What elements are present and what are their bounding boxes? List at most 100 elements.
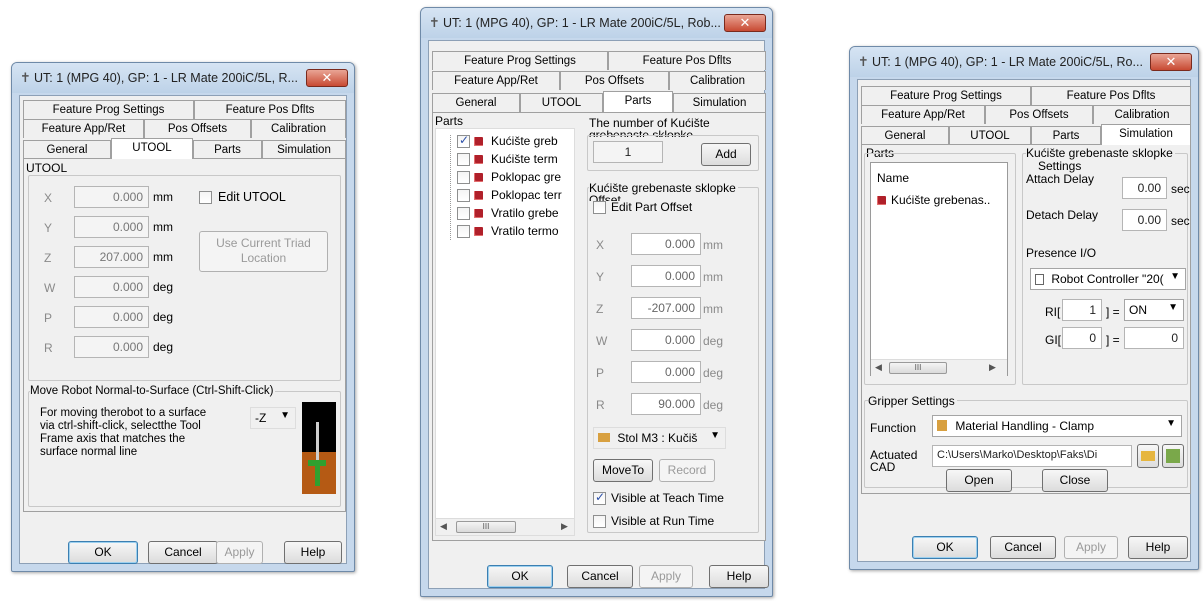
close-button[interactable]: ✕ bbox=[724, 14, 766, 32]
tree-item-4[interactable]: Poklopac terr bbox=[457, 188, 577, 204]
part-checkbox-5[interactable] bbox=[457, 207, 470, 220]
moveto-button[interactable]: MoveTo bbox=[593, 459, 653, 482]
tab-simulation[interactable]: Simulation bbox=[673, 93, 766, 112]
attach-delay-unit: sec bbox=[1171, 182, 1190, 196]
cancel-button[interactable]: Cancel bbox=[567, 565, 633, 588]
tab-parts[interactable]: Parts bbox=[603, 91, 673, 112]
tab-feature-app-ret[interactable]: Feature App/Ret bbox=[432, 71, 560, 90]
p-unit: deg bbox=[153, 310, 174, 324]
close-button[interactable]: ✕ bbox=[306, 69, 348, 87]
tab-calibration[interactable]: Calibration bbox=[251, 119, 346, 138]
browse-folder-button[interactable] bbox=[1137, 444, 1159, 468]
tab-utool[interactable]: UTOOL bbox=[520, 93, 603, 112]
tab-feature-pos-dflts[interactable]: Feature Pos Dflts bbox=[608, 51, 766, 70]
function-select[interactable]: Material Handling - Clamp ▼ bbox=[932, 415, 1182, 437]
tab-general[interactable]: General bbox=[861, 126, 949, 145]
cad-path-field[interactable]: C:\Users\Marko\Desktop\Faks\Di bbox=[932, 445, 1132, 467]
tab-feature-prog-settings[interactable]: Feature Prog Settings bbox=[432, 51, 608, 70]
presence-io-label: Presence I/O bbox=[1026, 246, 1097, 260]
r-unit: deg bbox=[153, 340, 174, 354]
close-button[interactable]: ✕ bbox=[1150, 53, 1192, 71]
part-checkbox-4[interactable] bbox=[457, 189, 470, 202]
tab-parts[interactable]: Parts bbox=[193, 140, 262, 159]
tab-parts[interactable]: Parts bbox=[1031, 126, 1101, 145]
tab-general[interactable]: General bbox=[23, 140, 111, 159]
tab-calibration[interactable]: Calibration bbox=[1093, 105, 1191, 124]
parts-hscroll[interactable]: ◀ III ▶ bbox=[871, 359, 1007, 376]
ri-index-field[interactable]: 1 bbox=[1062, 299, 1102, 321]
use-current-triad-button[interactable]: Use Current Triad Location bbox=[199, 231, 328, 272]
scroll-thumb[interactable]: III bbox=[456, 521, 516, 533]
record-button[interactable]: Record bbox=[659, 459, 715, 482]
fixture-select[interactable]: Stol M3 : Kučiš ▼ bbox=[593, 427, 726, 449]
apply-button[interactable]: Apply bbox=[1064, 536, 1118, 559]
attach-delay-field[interactable]: 0.00 bbox=[1122, 177, 1167, 199]
tab-feature-pos-dflts[interactable]: Feature Pos Dflts bbox=[194, 100, 346, 119]
y-label: Y bbox=[44, 221, 53, 235]
tab-feature-app-ret[interactable]: Feature App/Ret bbox=[23, 119, 144, 138]
tab-pos-offsets[interactable]: Pos Offsets bbox=[560, 71, 669, 90]
tab-calibration[interactable]: Calibration bbox=[669, 71, 766, 90]
tab-pos-offsets[interactable]: Pos Offsets bbox=[985, 105, 1093, 124]
tree-item-2[interactable]: Kućište term bbox=[457, 152, 577, 168]
edit-utool-checkbox[interactable] bbox=[199, 191, 212, 204]
controller-select[interactable]: Robot Controller "20( ▼ bbox=[1030, 268, 1186, 290]
p-label: P bbox=[596, 366, 605, 380]
tab-utool[interactable]: UTOOL bbox=[949, 126, 1031, 145]
list-item[interactable]: Kućište grebenas.. bbox=[877, 193, 1005, 209]
cancel-button[interactable]: Cancel bbox=[148, 541, 218, 564]
help-button[interactable]: Help bbox=[1128, 536, 1188, 559]
part-checkbox-1[interactable] bbox=[457, 133, 470, 148]
help-button[interactable]: Help bbox=[709, 565, 769, 588]
visible-teach-checkbox[interactable] bbox=[593, 490, 606, 505]
cancel-button[interactable]: Cancel bbox=[990, 536, 1056, 559]
parts-hscroll[interactable]: ◀ III ▶ bbox=[436, 518, 574, 535]
ok-button[interactable]: OK bbox=[912, 536, 978, 559]
ri-state-select[interactable]: ON ▼ bbox=[1124, 299, 1184, 321]
p-label: P bbox=[44, 311, 53, 325]
part-checkbox-3[interactable] bbox=[457, 171, 470, 184]
title-bar[interactable]: ✝ UT: 1 (MPG 40), GP: 1 - LR Mate 200iC/… bbox=[12, 63, 354, 93]
tab-general[interactable]: General bbox=[432, 93, 520, 112]
tree-item-3[interactable]: Poklopac gre bbox=[457, 170, 577, 186]
edit-part-offset-checkbox[interactable] bbox=[593, 201, 606, 214]
ok-button[interactable]: OK bbox=[487, 565, 553, 588]
count-field[interactable]: 1 bbox=[593, 141, 663, 163]
detach-delay-field[interactable]: 0.00 bbox=[1122, 209, 1167, 231]
tab-simulation[interactable]: Simulation bbox=[262, 140, 346, 159]
gi-state-field[interactable]: 0 bbox=[1124, 327, 1184, 349]
help-button[interactable]: Help bbox=[284, 541, 342, 564]
tree-item-6[interactable]: Vratilo termo bbox=[457, 224, 577, 240]
visible-run-checkbox[interactable] bbox=[593, 515, 606, 528]
x-label: X bbox=[596, 238, 605, 252]
tab-feature-app-ret[interactable]: Feature App/Ret bbox=[861, 105, 985, 124]
cad-library-button[interactable] bbox=[1162, 444, 1184, 468]
add-button[interactable]: Add bbox=[701, 143, 751, 166]
tab-feature-prog-settings[interactable]: Feature Prog Settings bbox=[23, 100, 194, 119]
ok-button[interactable]: OK bbox=[68, 541, 138, 564]
tab-pos-offsets[interactable]: Pos Offsets bbox=[144, 119, 251, 138]
gi-index-field[interactable]: 0 bbox=[1062, 327, 1102, 349]
controller-icon bbox=[1035, 274, 1044, 285]
scroll-left-icon[interactable]: ◀ bbox=[875, 362, 882, 373]
tree-item-1[interactable]: Kućište greb bbox=[457, 133, 577, 150]
part-checkbox-2[interactable] bbox=[457, 153, 470, 166]
scroll-right-icon[interactable]: ▶ bbox=[561, 521, 568, 532]
tab-simulation[interactable]: Simulation bbox=[1101, 124, 1191, 145]
scroll-right-icon[interactable]: ▶ bbox=[989, 362, 996, 373]
tab-feature-prog-settings[interactable]: Feature Prog Settings bbox=[861, 86, 1031, 105]
parts-list[interactable]: Name Kućište grebenas.. ◀ III ▶ bbox=[870, 162, 1008, 376]
title-bar[interactable]: ✝ UT: 1 (MPG 40), GP: 1 - LR Mate 200iC/… bbox=[421, 8, 772, 38]
part-checkbox-6[interactable] bbox=[457, 225, 470, 238]
tree-item-5[interactable]: Vratilo grebe bbox=[457, 206, 577, 222]
normal-axis-select[interactable]: -Z ▼ bbox=[250, 407, 296, 429]
apply-button[interactable]: Apply bbox=[639, 565, 693, 588]
tab-feature-pos-dflts[interactable]: Feature Pos Dflts bbox=[1031, 86, 1191, 105]
scroll-left-icon[interactable]: ◀ bbox=[440, 521, 447, 532]
scroll-thumb[interactable]: III bbox=[889, 362, 947, 374]
apply-button[interactable]: Apply bbox=[216, 541, 263, 564]
close-cad-button[interactable]: Close bbox=[1042, 469, 1108, 492]
tab-utool[interactable]: UTOOL bbox=[111, 138, 193, 159]
title-bar[interactable]: ✝ UT: 1 (MPG 40), GP: 1 - LR Mate 200iC/… bbox=[850, 47, 1198, 77]
open-button[interactable]: Open bbox=[946, 469, 1012, 492]
